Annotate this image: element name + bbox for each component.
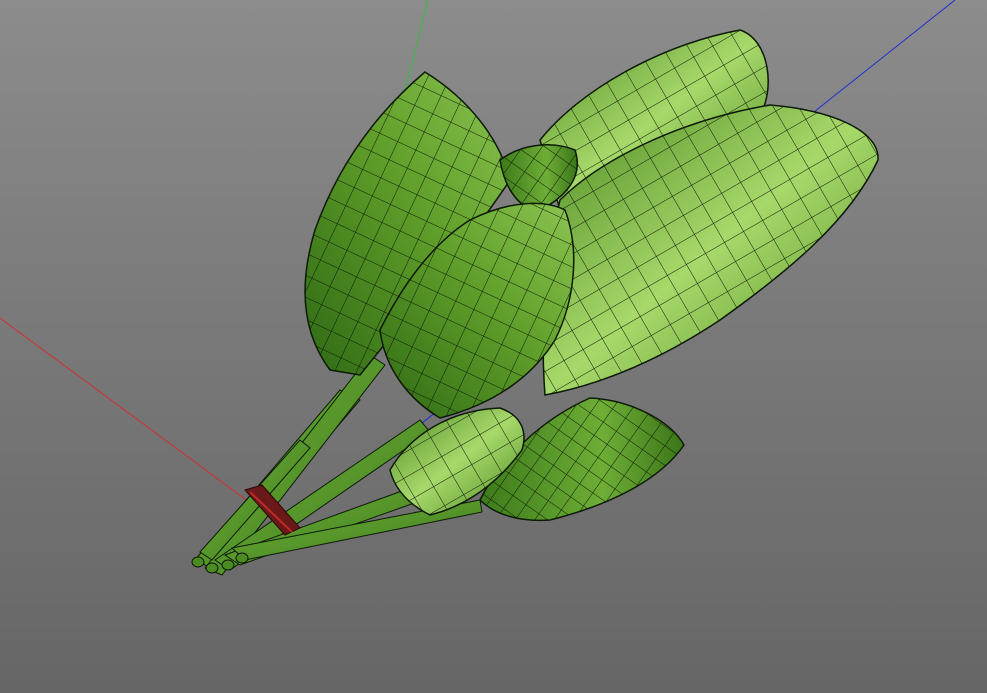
x-axis-line [0,317,281,526]
scene-canvas[interactable] [0,0,987,693]
3d-viewport[interactable] [0,0,987,693]
spinach-model[interactable] [191,29,879,576]
